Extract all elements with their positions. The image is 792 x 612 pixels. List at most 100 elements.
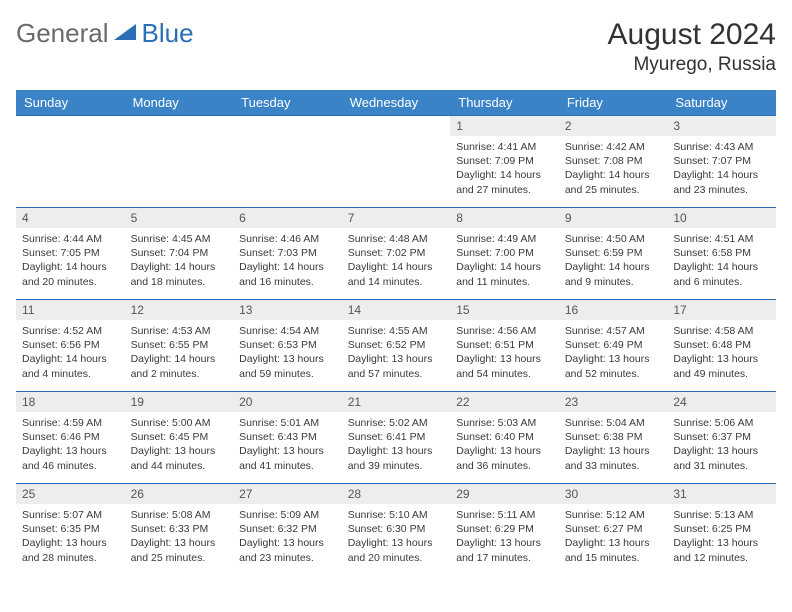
daylight-text: Daylight: 14 hours and 11 minutes. [456,260,553,288]
day-number: 20 [233,392,342,412]
day-details: Sunrise: 5:11 AMSunset: 6:29 PMDaylight:… [450,504,559,571]
day-cell: 13Sunrise: 4:54 AMSunset: 6:53 PMDayligh… [233,300,342,392]
weekday-header: Monday [125,90,234,116]
day-number: 4 [16,208,125,228]
sunrise-text: Sunrise: 4:58 AM [673,324,770,338]
daylight-text: Daylight: 14 hours and 23 minutes. [673,168,770,196]
day-number: 16 [559,300,668,320]
weekday-header: Sunday [16,90,125,116]
daylight-text: Daylight: 13 hours and 12 minutes. [673,536,770,564]
sunset-text: Sunset: 6:53 PM [239,338,336,352]
day-details: Sunrise: 5:06 AMSunset: 6:37 PMDaylight:… [667,412,776,479]
day-cell: 28Sunrise: 5:10 AMSunset: 6:30 PMDayligh… [342,484,451,576]
day-cell: 3Sunrise: 4:43 AMSunset: 7:07 PMDaylight… [667,116,776,208]
day-number: 9 [559,208,668,228]
sunset-text: Sunset: 7:03 PM [239,246,336,260]
sunset-text: Sunset: 6:52 PM [348,338,445,352]
daylight-text: Daylight: 13 hours and 46 minutes. [22,444,119,472]
sunset-text: Sunset: 6:51 PM [456,338,553,352]
day-cell: 17Sunrise: 4:58 AMSunset: 6:48 PMDayligh… [667,300,776,392]
daylight-text: Daylight: 13 hours and 52 minutes. [565,352,662,380]
day-details: Sunrise: 5:12 AMSunset: 6:27 PMDaylight:… [559,504,668,571]
sunrise-text: Sunrise: 5:11 AM [456,508,553,522]
day-cell: 18Sunrise: 4:59 AMSunset: 6:46 PMDayligh… [16,392,125,484]
sunset-text: Sunset: 6:40 PM [456,430,553,444]
sunset-text: Sunset: 6:59 PM [565,246,662,260]
header: General Blue August 2024 Myurego, Russia [16,18,776,76]
sunrise-text: Sunrise: 4:53 AM [131,324,228,338]
day-details: Sunrise: 4:50 AMSunset: 6:59 PMDaylight:… [559,228,668,295]
day-number: 15 [450,300,559,320]
weekday-header: Saturday [667,90,776,116]
day-number: 1 [450,116,559,136]
location: Myurego, Russia [608,54,776,76]
day-cell: 16Sunrise: 4:57 AMSunset: 6:49 PMDayligh… [559,300,668,392]
day-cell: 2Sunrise: 4:42 AMSunset: 7:08 PMDaylight… [559,116,668,208]
sunset-text: Sunset: 6:33 PM [131,522,228,536]
sunrise-text: Sunrise: 4:55 AM [348,324,445,338]
day-details: Sunrise: 4:43 AMSunset: 7:07 PMDaylight:… [667,136,776,203]
sunset-text: Sunset: 7:00 PM [456,246,553,260]
empty-cell [342,116,451,208]
day-cell: 15Sunrise: 4:56 AMSunset: 6:51 PMDayligh… [450,300,559,392]
day-details: Sunrise: 5:08 AMSunset: 6:33 PMDaylight:… [125,504,234,571]
day-details: Sunrise: 5:10 AMSunset: 6:30 PMDaylight:… [342,504,451,571]
day-cell: 31Sunrise: 5:13 AMSunset: 6:25 PMDayligh… [667,484,776,576]
sunrise-text: Sunrise: 5:03 AM [456,416,553,430]
sunrise-text: Sunrise: 5:10 AM [348,508,445,522]
day-cell: 1Sunrise: 4:41 AMSunset: 7:09 PMDaylight… [450,116,559,208]
daylight-text: Daylight: 13 hours and 28 minutes. [22,536,119,564]
sunset-text: Sunset: 6:37 PM [673,430,770,444]
empty-cell [16,116,125,208]
daylight-text: Daylight: 13 hours and 59 minutes. [239,352,336,380]
day-cell: 20Sunrise: 5:01 AMSunset: 6:43 PMDayligh… [233,392,342,484]
day-details: Sunrise: 4:52 AMSunset: 6:56 PMDaylight:… [16,320,125,387]
daylight-text: Daylight: 13 hours and 54 minutes. [456,352,553,380]
weekday-header: Friday [559,90,668,116]
day-details: Sunrise: 4:54 AMSunset: 6:53 PMDaylight:… [233,320,342,387]
day-cell: 11Sunrise: 4:52 AMSunset: 6:56 PMDayligh… [16,300,125,392]
day-details: Sunrise: 4:56 AMSunset: 6:51 PMDaylight:… [450,320,559,387]
sunrise-text: Sunrise: 4:42 AM [565,140,662,154]
day-details: Sunrise: 4:45 AMSunset: 7:04 PMDaylight:… [125,228,234,295]
day-details: Sunrise: 5:00 AMSunset: 6:45 PMDaylight:… [125,412,234,479]
daylight-text: Daylight: 14 hours and 4 minutes. [22,352,119,380]
sunrise-text: Sunrise: 4:44 AM [22,232,119,246]
day-number: 21 [342,392,451,412]
sunset-text: Sunset: 6:35 PM [22,522,119,536]
sunrise-text: Sunrise: 4:45 AM [131,232,228,246]
day-details: Sunrise: 4:44 AMSunset: 7:05 PMDaylight:… [16,228,125,295]
sunset-text: Sunset: 6:58 PM [673,246,770,260]
calendar-row: 1Sunrise: 4:41 AMSunset: 7:09 PMDaylight… [16,116,776,208]
day-number: 28 [342,484,451,504]
sunset-text: Sunset: 6:27 PM [565,522,662,536]
weekday-header: Wednesday [342,90,451,116]
day-cell: 6Sunrise: 4:46 AMSunset: 7:03 PMDaylight… [233,208,342,300]
sunrise-text: Sunrise: 4:51 AM [673,232,770,246]
day-number: 7 [342,208,451,228]
day-cell: 8Sunrise: 4:49 AMSunset: 7:00 PMDaylight… [450,208,559,300]
day-number: 19 [125,392,234,412]
calendar-row: 25Sunrise: 5:07 AMSunset: 6:35 PMDayligh… [16,484,776,576]
sunrise-text: Sunrise: 4:52 AM [22,324,119,338]
day-number: 10 [667,208,776,228]
sunset-text: Sunset: 6:29 PM [456,522,553,536]
sunrise-text: Sunrise: 5:13 AM [673,508,770,522]
day-details: Sunrise: 4:59 AMSunset: 6:46 PMDaylight:… [16,412,125,479]
sunrise-text: Sunrise: 4:46 AM [239,232,336,246]
day-cell: 22Sunrise: 5:03 AMSunset: 6:40 PMDayligh… [450,392,559,484]
sunrise-text: Sunrise: 4:56 AM [456,324,553,338]
daylight-text: Daylight: 13 hours and 15 minutes. [565,536,662,564]
sunrise-text: Sunrise: 5:06 AM [673,416,770,430]
daylight-text: Daylight: 13 hours and 36 minutes. [456,444,553,472]
day-number: 13 [233,300,342,320]
sunrise-text: Sunrise: 4:57 AM [565,324,662,338]
sunset-text: Sunset: 6:55 PM [131,338,228,352]
sunset-text: Sunset: 7:07 PM [673,154,770,168]
day-details: Sunrise: 5:07 AMSunset: 6:35 PMDaylight:… [16,504,125,571]
sunrise-text: Sunrise: 4:59 AM [22,416,119,430]
day-cell: 10Sunrise: 4:51 AMSunset: 6:58 PMDayligh… [667,208,776,300]
day-number: 30 [559,484,668,504]
day-details: Sunrise: 5:09 AMSunset: 6:32 PMDaylight:… [233,504,342,571]
day-details: Sunrise: 5:03 AMSunset: 6:40 PMDaylight:… [450,412,559,479]
